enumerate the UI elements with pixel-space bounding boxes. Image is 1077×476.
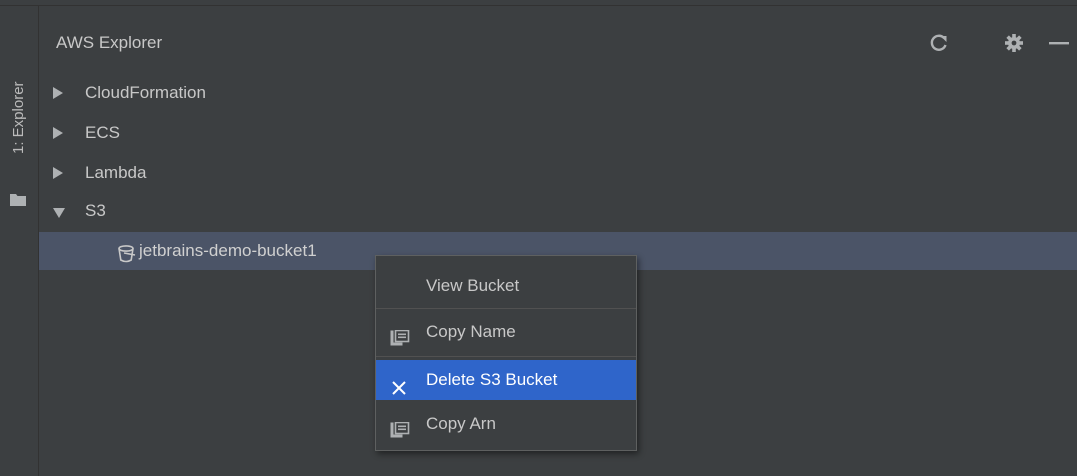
menu-item-label: Copy Name xyxy=(426,322,516,341)
expand-arrow-icon[interactable] xyxy=(53,167,63,179)
tree-node-label: Lambda xyxy=(85,163,147,182)
tree-node-s3[interactable]: S3 xyxy=(39,194,1077,228)
context-menu: View Bucket Copy Name Delete S3 Bucket C… xyxy=(375,255,637,451)
view-bucket-menu-item[interactable]: View Bucket xyxy=(376,266,636,306)
minimize-icon[interactable] xyxy=(1047,32,1071,54)
menu-item-label: View Bucket xyxy=(426,276,520,295)
panel-header: AWS Explorer xyxy=(39,22,1077,64)
explorer-tool-tab[interactable]: 1: Explorer xyxy=(0,36,38,206)
gear-icon[interactable] xyxy=(1002,32,1026,54)
tool-window-stripe: 1: Explorer xyxy=(0,6,39,476)
refresh-icon[interactable] xyxy=(927,32,951,54)
menu-separator xyxy=(376,356,636,357)
tree-node-label: ECS xyxy=(85,123,120,142)
expand-arrow-icon[interactable] xyxy=(53,127,63,139)
copy-arn-menu-item[interactable]: Copy Arn xyxy=(376,404,636,444)
copy-name-menu-item[interactable]: Copy Name xyxy=(376,312,636,352)
tree-node-lambda[interactable]: Lambda xyxy=(39,156,1077,190)
folder-icon xyxy=(10,192,26,211)
expand-arrow-icon[interactable] xyxy=(53,87,63,99)
explorer-tab-label: 1: Explorer xyxy=(10,81,27,154)
bucket-label: jetbrains-demo-bucket1 xyxy=(139,241,317,260)
tree-node-cloudformation[interactable]: CloudFormation xyxy=(39,76,1077,110)
menu-separator xyxy=(376,308,636,309)
bucket-icon xyxy=(117,240,137,278)
tree-node-label: CloudFormation xyxy=(85,83,206,102)
copy-icon xyxy=(390,415,410,455)
menu-item-label: Copy Arn xyxy=(426,414,496,433)
delete-s3-bucket-menu-item[interactable]: Delete S3 Bucket xyxy=(376,360,636,400)
menu-item-label: Delete S3 Bucket xyxy=(426,370,558,389)
panel-title: AWS Explorer xyxy=(56,33,163,52)
collapse-arrow-icon[interactable] xyxy=(53,208,65,218)
tree-node-ecs[interactable]: ECS xyxy=(39,116,1077,150)
copy-icon xyxy=(390,323,410,363)
tree-node-label: S3 xyxy=(85,201,106,220)
